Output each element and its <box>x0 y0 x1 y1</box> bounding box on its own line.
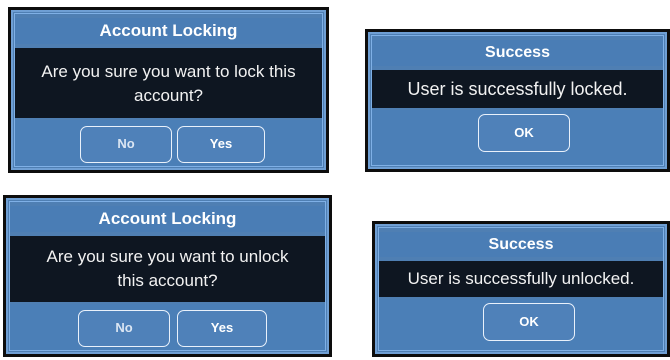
message-line-2: account? <box>134 86 203 105</box>
dialog-title: Account Locking <box>10 206 325 232</box>
message-line-1: Are you sure you want to lock this <box>41 62 296 81</box>
yes-button[interactable]: Yes <box>177 310 267 347</box>
dialog-footer: No Yes <box>10 304 325 350</box>
dialog-message: Are you sure you want to unlock this acc… <box>10 236 325 302</box>
ok-button[interactable]: OK <box>483 303 575 341</box>
message-line-1: Are you sure you want to unlock <box>46 247 289 266</box>
yes-button[interactable]: Yes <box>177 126 265 163</box>
no-button[interactable]: No <box>80 126 172 163</box>
dialog-footer: No Yes <box>15 120 322 166</box>
unlock-confirm-dialog: Account Locking Are you sure you want to… <box>3 195 332 357</box>
dialog-title: Success <box>379 232 663 257</box>
dialog-message: User is successfully locked. <box>372 70 663 108</box>
dialog-footer: OK <box>372 110 663 165</box>
dialog-title: Account Locking <box>15 18 322 44</box>
no-button[interactable]: No <box>78 310 170 347</box>
dialog-message: User is successfully unlocked. <box>379 261 663 297</box>
lock-success-dialog: Success User is successfully locked. OK <box>365 29 670 172</box>
ok-button[interactable]: OK <box>478 114 570 152</box>
dialog-message: Are you sure you want to lock this accou… <box>15 48 322 118</box>
message-line-2: this account? <box>117 271 218 290</box>
dialog-title: Success <box>372 40 663 66</box>
dialog-footer: OK <box>379 299 663 350</box>
lock-confirm-dialog: Account Locking Are you sure you want to… <box>8 7 329 173</box>
unlock-success-dialog: Success User is successfully unlocked. O… <box>372 221 670 357</box>
